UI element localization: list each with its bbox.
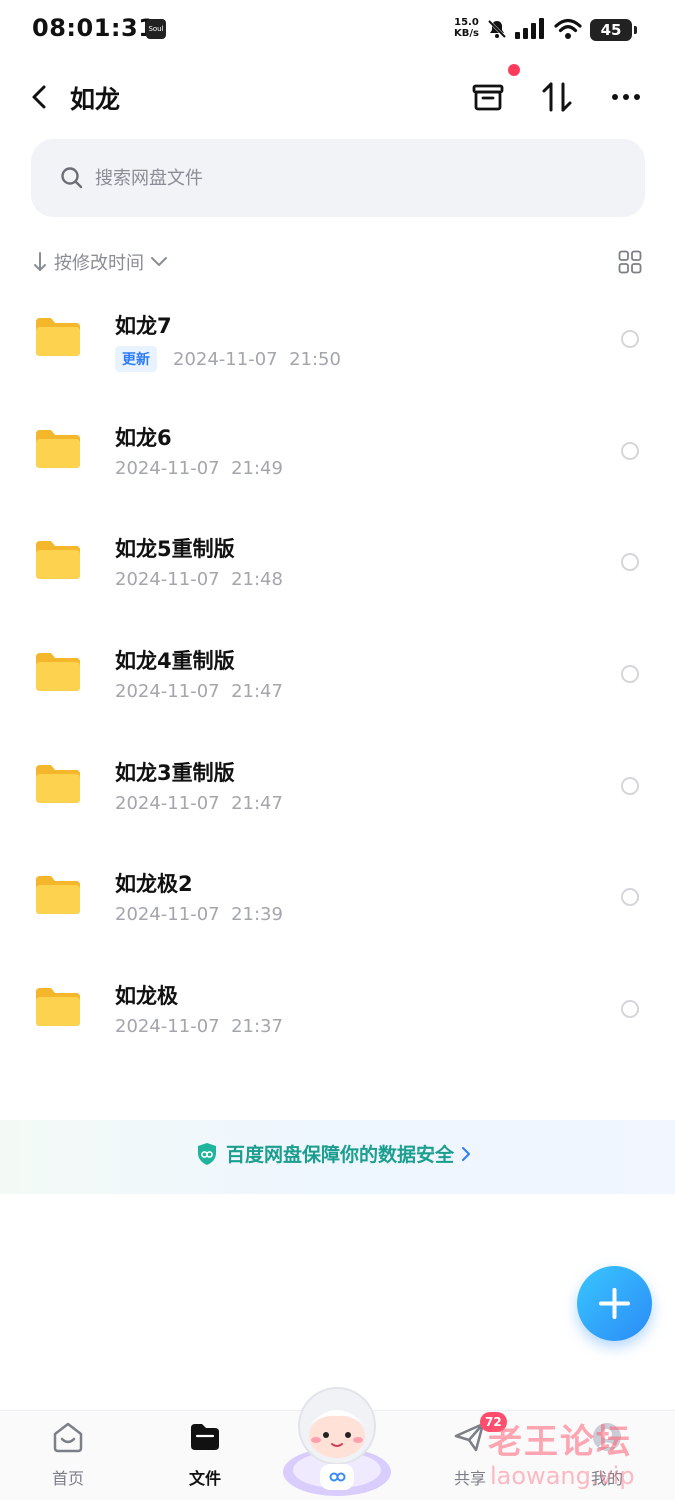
nav-files-label: 文件 bbox=[188, 1469, 221, 1488]
select-checkbox[interactable] bbox=[621, 441, 639, 460]
net-speed-unit: KB/s bbox=[454, 28, 479, 39]
chevron-right-icon bbox=[462, 1146, 471, 1161]
net-speed: 15.0 KB/s bbox=[454, 17, 479, 39]
modified-time: 21:47 bbox=[231, 792, 283, 814]
select-checkbox[interactable] bbox=[621, 330, 639, 348]
select-checkbox[interactable] bbox=[621, 888, 639, 907]
modified-time: 21:37 bbox=[231, 1016, 283, 1038]
modified-date: 2024-11-07 bbox=[115, 904, 220, 926]
modified-date: 2024-11-07 bbox=[115, 457, 220, 479]
back-icon[interactable] bbox=[26, 80, 54, 114]
wifi-icon bbox=[554, 18, 582, 39]
chevron-down-icon bbox=[151, 257, 167, 266]
folder-meta: 2024-11-07 21:48 bbox=[115, 569, 283, 590]
nav-share-label: 共享 bbox=[453, 1469, 486, 1488]
list-item[interactable]: 如龙极2 2024-11-07 21:39 bbox=[0, 850, 675, 962]
folder-name: 如龙极 bbox=[115, 984, 178, 1009]
plus-icon bbox=[599, 1288, 630, 1319]
folder-icon bbox=[191, 1424, 219, 1450]
security-banner-content: 百度网盘保障你的数据安全 bbox=[196, 1140, 472, 1167]
search-bar[interactable] bbox=[31, 139, 645, 217]
soul-app-icon: Soul bbox=[146, 19, 166, 39]
modified-time: 21:47 bbox=[231, 681, 283, 703]
select-checkbox[interactable] bbox=[621, 776, 639, 795]
page-title: 如龙 bbox=[70, 85, 121, 114]
select-checkbox[interactable] bbox=[621, 1000, 639, 1019]
list-item[interactable]: 如龙6 2024-11-07 21:49 bbox=[0, 404, 675, 516]
header-bar: 如龙 bbox=[0, 66, 675, 128]
modified-time: 21:39 bbox=[231, 904, 283, 926]
folder-icon bbox=[36, 541, 80, 580]
shield-icon bbox=[198, 1142, 216, 1165]
sort-label: 按修改时间 bbox=[54, 253, 144, 274]
signal-icon bbox=[515, 18, 544, 39]
nav-home-label: 首页 bbox=[51, 1469, 84, 1488]
security-banner[interactable]: 百度网盘保障你的数据安全 bbox=[0, 1120, 675, 1194]
list-item[interactable]: 如龙7 更新 2024-11-07 21:50 bbox=[0, 292, 675, 404]
folder-name: 如龙6 bbox=[115, 425, 172, 450]
notification-dot bbox=[508, 64, 520, 76]
nav-profile-label: 我的 bbox=[590, 1469, 623, 1488]
folder-icon bbox=[36, 318, 80, 356]
search-input[interactable] bbox=[95, 161, 615, 195]
add-button[interactable] bbox=[577, 1266, 652, 1341]
mute-icon bbox=[487, 19, 507, 39]
list-item[interactable]: 如龙4重制版 2024-11-07 21:47 bbox=[0, 627, 675, 739]
folder-icon bbox=[36, 876, 80, 915]
modified-time: 21:48 bbox=[231, 569, 283, 591]
modified-date: 2024-11-07 bbox=[173, 348, 278, 370]
sort-arrow-down-icon bbox=[34, 252, 46, 271]
folder-meta: 2024-11-07 21:37 bbox=[115, 1016, 283, 1037]
nav-home[interactable]: 首页 bbox=[28, 1419, 108, 1489]
net-speed-value: 15.0 bbox=[454, 17, 479, 28]
modified-date: 2024-11-07 bbox=[115, 1016, 220, 1038]
modified-time: 21:49 bbox=[231, 457, 283, 479]
profile-icon bbox=[593, 1423, 621, 1451]
modified-time: 21:50 bbox=[289, 348, 341, 370]
status-time: 08:01:31 bbox=[32, 14, 156, 42]
modified-date: 2024-11-07 bbox=[115, 681, 220, 703]
folder-icon bbox=[36, 988, 80, 1027]
folder-name: 如龙4重制版 bbox=[115, 649, 235, 674]
folder-meta: 2024-11-07 21:47 bbox=[115, 793, 283, 814]
folder-name: 如龙3重制版 bbox=[115, 760, 235, 785]
sort-selector[interactable]: 按修改时间 bbox=[32, 248, 168, 276]
folder-icon bbox=[36, 764, 80, 803]
select-checkbox[interactable] bbox=[621, 665, 639, 684]
folder-name: 如龙极2 bbox=[115, 872, 193, 897]
select-checkbox[interactable] bbox=[621, 553, 639, 572]
folder-icon bbox=[36, 429, 80, 468]
list-item[interactable]: 如龙极 2024-11-07 21:37 bbox=[0, 962, 675, 1074]
update-badge: 更新 bbox=[115, 346, 157, 372]
home-icon bbox=[53, 1422, 83, 1453]
recycle-box-icon[interactable] bbox=[469, 78, 507, 116]
modified-date: 2024-11-07 bbox=[115, 569, 220, 591]
nav-profile[interactable]: 我的 bbox=[567, 1419, 647, 1489]
folder-meta: 更新 2024-11-07 21:50 bbox=[115, 346, 341, 372]
file-list: 如龙7 更新 2024-11-07 21:50 如龙6 2024-11-07 2… bbox=[0, 292, 675, 1074]
status-bar: 08:01:31 Soul 15.0 KB/s 45 bbox=[0, 0, 675, 60]
folder-meta: 2024-11-07 21:47 bbox=[115, 681, 283, 702]
folder-meta: 2024-11-07 21:39 bbox=[115, 904, 283, 925]
mascot-assistant-icon[interactable] bbox=[278, 1380, 396, 1498]
transfer-icon[interactable] bbox=[538, 78, 576, 116]
folder-icon bbox=[36, 653, 80, 692]
share-count-badge: 72 bbox=[480, 1412, 507, 1432]
more-icon[interactable] bbox=[607, 78, 645, 116]
modified-date: 2024-11-07 bbox=[115, 792, 220, 814]
search-icon bbox=[61, 167, 83, 189]
security-banner-text: 百度网盘保障你的数据安全 bbox=[226, 1144, 455, 1166]
nav-files[interactable]: 文件 bbox=[165, 1419, 245, 1489]
folder-meta: 2024-11-07 21:49 bbox=[115, 458, 283, 479]
folder-name: 如龙5重制版 bbox=[115, 537, 235, 562]
folder-name: 如龙7 bbox=[115, 314, 172, 338]
list-item[interactable]: 如龙5重制版 2024-11-07 21:48 bbox=[0, 515, 675, 627]
grid-view-icon[interactable] bbox=[618, 250, 642, 274]
battery-indicator: 45 bbox=[590, 19, 637, 41]
list-item[interactable]: 如龙3重制版 2024-11-07 21:47 bbox=[0, 739, 675, 851]
